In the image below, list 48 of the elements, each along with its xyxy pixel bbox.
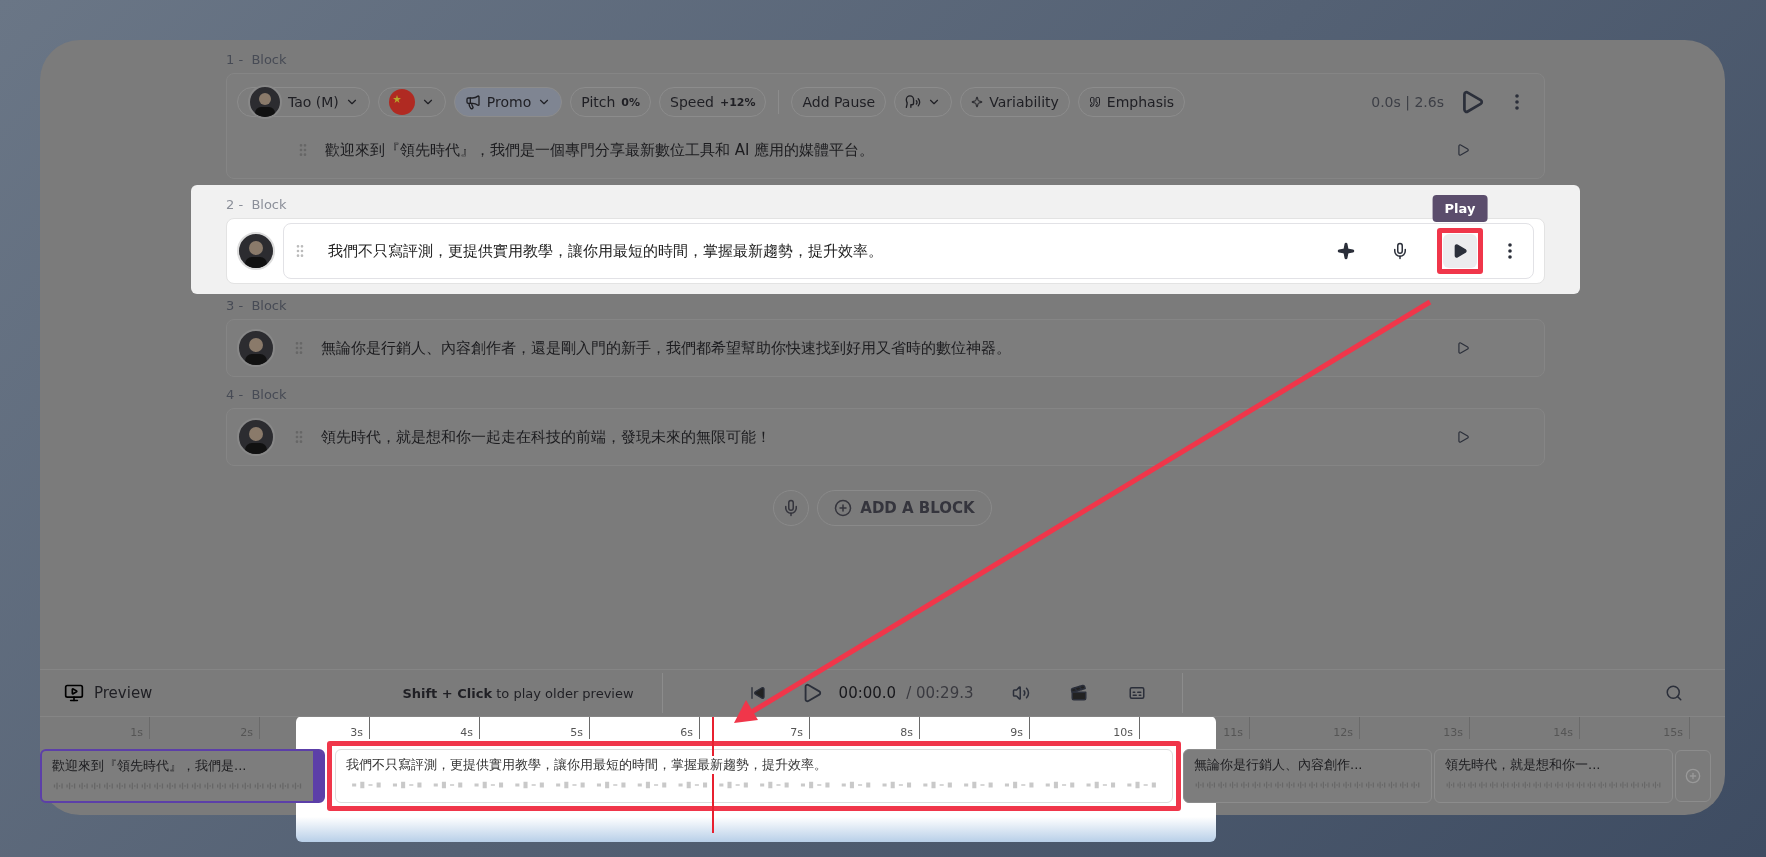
captions-icon bbox=[1127, 684, 1146, 702]
timeline-clip[interactable]: 歡迎來到『領先時代』，我們是... bbox=[40, 749, 325, 803]
preview-label: Preview bbox=[94, 684, 153, 702]
second-label: 9s bbox=[920, 717, 1030, 739]
megaphone-icon bbox=[464, 94, 481, 110]
avatar-icon bbox=[237, 329, 275, 367]
play-icon bbox=[1456, 430, 1470, 444]
play-icon bbox=[1456, 143, 1470, 157]
style-dropdown[interactable]: Promo bbox=[453, 87, 563, 117]
preview-icon bbox=[64, 683, 84, 703]
second-label: 5s bbox=[480, 717, 590, 739]
mic-icon bbox=[1391, 242, 1409, 260]
avatar-icon bbox=[248, 85, 282, 119]
play-icon bbox=[1452, 243, 1468, 259]
plus-icon bbox=[834, 499, 853, 517]
current-time: 00:00.0 bbox=[838, 684, 897, 702]
second-label: 4s bbox=[370, 717, 480, 739]
block-text: 無論你是行銷人、內容創作者，還是剛入門的新手，我們都希望幫助你快速找到好用又省時的數位神器。 bbox=[321, 338, 1012, 358]
quote-icon bbox=[1088, 96, 1101, 108]
play-icon bbox=[1456, 341, 1470, 355]
speech-icon bbox=[905, 94, 922, 110]
block-text: 歡迎來到『領先時代』，我們是一個專門分享最新數位工具和 AI 應用的媒體平台。 bbox=[325, 140, 876, 160]
flag-icon bbox=[388, 89, 415, 115]
duration-text: 0.0s | 2.6s bbox=[1371, 94, 1444, 110]
avatar-icon bbox=[237, 232, 275, 270]
add-clip-button[interactable] bbox=[1675, 750, 1711, 802]
timeline-clip[interactable]: 無論你是行銷人、內容創作... bbox=[1183, 749, 1432, 803]
timeline-clip[interactable]: 我們不只寫評測，更提供實用教學，讓你用最短的時間，掌握最新趨勢，提升效率。 bbox=[335, 749, 1173, 803]
play-button[interactable] bbox=[1443, 234, 1477, 268]
sparkle-icon bbox=[1337, 242, 1355, 260]
second-label: 10s bbox=[1030, 717, 1140, 739]
second-label: 6s bbox=[590, 717, 700, 739]
block-text: 領先時代，就是想和你一起走在科技的前端，發現未來的無限可能！ bbox=[321, 427, 772, 447]
clip-handle[interactable] bbox=[313, 751, 323, 801]
plus-icon bbox=[1685, 768, 1701, 784]
preview-hint: Shift + Click to play older preview bbox=[402, 685, 634, 701]
second-label: 3s bbox=[260, 717, 370, 739]
more-icon bbox=[1508, 243, 1512, 259]
skip-back-icon bbox=[749, 685, 766, 701]
search-icon bbox=[1665, 684, 1683, 702]
clapperboard-icon bbox=[1069, 684, 1088, 702]
total-time: / 00:29.3 bbox=[906, 684, 974, 702]
sparkle-icon bbox=[971, 96, 984, 108]
avatar-icon bbox=[237, 418, 275, 456]
more-icon bbox=[1515, 94, 1519, 110]
volume-icon bbox=[1011, 684, 1030, 702]
tooltip: Play bbox=[1432, 195, 1488, 222]
second-label: 8s bbox=[810, 717, 920, 739]
